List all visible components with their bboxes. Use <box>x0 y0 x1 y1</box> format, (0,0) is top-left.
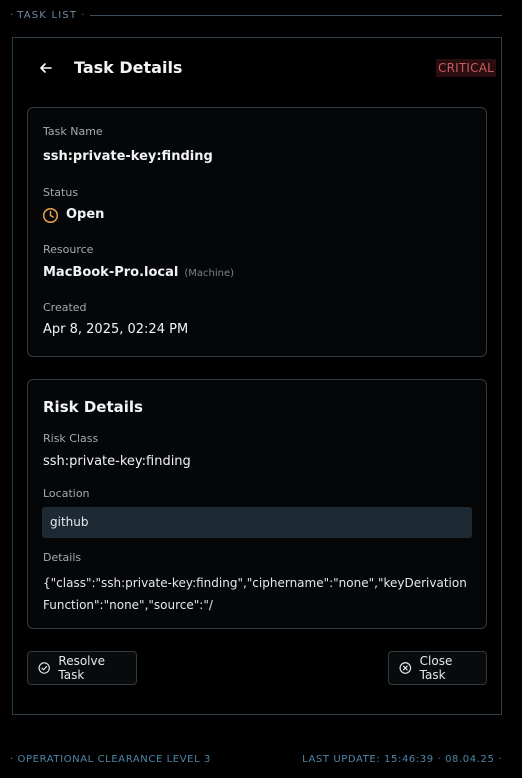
resource-name: MacBook-Pro.local <box>43 265 179 280</box>
task-name-value: ssh:private-key:finding <box>43 149 213 164</box>
x-circle-icon <box>399 662 412 674</box>
resource-value-row: MacBook-Pro.local (Machine) <box>43 265 234 280</box>
resource-label: Resource <box>43 243 94 256</box>
close-task-label: Close Task <box>419 654 453 682</box>
top-header: · TASK LIST · <box>10 8 502 22</box>
risk-class-label: Risk Class <box>43 432 99 445</box>
back-arrow-icon[interactable] <box>38 60 54 76</box>
last-update: LAST UPDATE: 15:46:39 · 08.04.25 · <box>302 754 502 765</box>
task-info-card: Task Name ssh:private-key:finding Status… <box>27 107 487 357</box>
check-circle-icon <box>38 662 50 674</box>
header-dot-left: · <box>10 9 14 21</box>
task-header: Task Details <box>28 58 488 82</box>
status-label: Status <box>43 186 79 199</box>
page-title: Task Details <box>74 58 183 77</box>
created-label: Created <box>43 301 87 314</box>
risk-details-card: Risk Details Risk Class ssh:private-key:… <box>27 379 487 629</box>
risk-class-value: ssh:private-key:finding <box>43 454 191 469</box>
details-label: Details <box>43 551 82 564</box>
resource-type: (Machine) <box>184 268 235 279</box>
task-list-link[interactable]: TASK LIST <box>17 10 77 21</box>
task-name-label: Task Name <box>43 125 103 138</box>
status-value: Open <box>66 207 105 222</box>
severity-badge: CRITICAL <box>436 59 496 77</box>
header-divider <box>90 14 502 16</box>
location-label: Location <box>43 487 90 500</box>
created-value: Apr 8, 2025, 02:24 PM <box>43 322 189 337</box>
risk-details-title: Risk Details <box>43 398 143 416</box>
close-task-button[interactable]: Close Task <box>388 651 487 685</box>
clearance-level: · OPERATIONAL CLEARANCE LEVEL 3 <box>10 754 212 765</box>
location-value[interactable]: github <box>42 507 472 538</box>
resolve-task-label: Resolve Task <box>58 654 105 682</box>
clock-icon <box>42 207 59 224</box>
header-dot-right: · <box>81 9 85 21</box>
details-value[interactable]: {"class":"ssh:private-key:finding","ciph… <box>43 572 473 618</box>
resolve-task-button[interactable]: Resolve Task <box>27 651 137 685</box>
